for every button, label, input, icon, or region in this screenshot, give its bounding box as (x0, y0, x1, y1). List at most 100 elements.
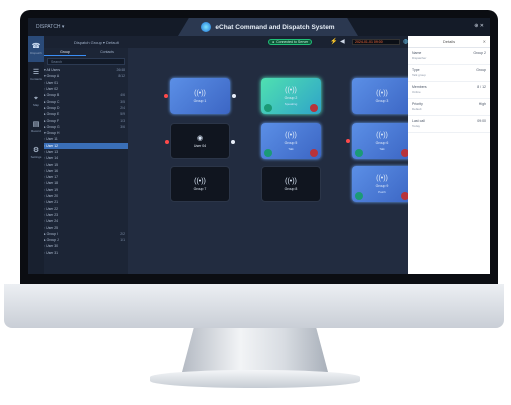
rail-item-record[interactable]: ▤ Record (28, 114, 44, 140)
tree-row-count: 3/5 (120, 99, 125, 104)
details-key-line: Type Group (412, 68, 486, 72)
group-tree-panel: Group Contacts Search ▾ All Users 26/48 ▾… (44, 48, 128, 274)
dispatch-node[interactable]: ((•)) Group 3 (352, 78, 412, 114)
radio-icon: ((•)) (285, 177, 297, 185)
radio-icon: ((•)) (194, 177, 206, 185)
node-status: Talk (288, 146, 294, 151)
tree-row-label: ◦ User 02 (44, 87, 59, 92)
dispatch-icon: ☎ (31, 43, 41, 50)
details-value: Talk group (412, 73, 426, 77)
dispatch-node[interactable]: ((•)) Group 7 (170, 166, 230, 202)
details-key: Type (412, 68, 420, 72)
contacts-icon: ☰ (32, 69, 40, 76)
tree-row-label: ▸ Group F (44, 118, 60, 123)
hangup-button[interactable] (310, 104, 318, 112)
tree-row-label: ▸ Group G (44, 124, 60, 129)
tree-row-label: ◦ User 30 (44, 244, 59, 249)
rail-item-settings[interactable]: ⚙ Settings (28, 140, 44, 166)
tree-row-label: ◦ User 22 (44, 206, 59, 211)
tree-row-count: 4/6 (120, 93, 125, 98)
title-bar: DISPATCH ▾ eChat Command and Dispatch Sy… (28, 18, 490, 36)
node-label: Group 5 (284, 140, 298, 145)
dispatch-node[interactable]: ((•)) Group 6 Talk (346, 123, 418, 159)
details-value: Online (412, 90, 421, 94)
rail-item-label: Map (33, 103, 39, 107)
map-icon: ⌖ (34, 95, 38, 102)
mic-icon[interactable]: ⚡ (330, 38, 337, 45)
settings-icon: ⚙ (32, 147, 40, 154)
ptt-button[interactable] (355, 192, 363, 200)
details-value: Default (412, 107, 422, 111)
tree-search-input[interactable]: Search (47, 58, 125, 65)
details-value: Dispatcher (412, 56, 427, 60)
tree-row-label: ◦ User 16 (44, 168, 59, 173)
rail-item-dispatch[interactable]: ☎ Dispatch (28, 36, 44, 62)
clock-display: 2024-01-01 09:00 (352, 39, 400, 45)
status-dot-icon: ● (272, 40, 275, 44)
hangup-button[interactable] (310, 149, 318, 157)
monitor-chin (4, 284, 504, 328)
radio-icon: ((•)) (285, 131, 297, 139)
rail-item-map[interactable]: ⌖ Map (28, 88, 44, 114)
tree-row-label: ◦ User 14 (44, 156, 59, 161)
main-toolbar: Dispatch Group ▾ Default ● Connected to … (44, 36, 408, 48)
tree-row-count: 2/2 (120, 231, 125, 236)
tree-row-count: 2/4 (120, 105, 125, 110)
tree-row-label: ◦ User 20 (44, 194, 59, 199)
tree-row-count: 3/6 (120, 124, 125, 129)
input-port-icon (164, 94, 168, 98)
dispatch-node[interactable]: ((•)) Group 1 (164, 78, 236, 114)
tab-group[interactable]: Group (44, 48, 86, 56)
connection-status-text: Connected to Server (276, 40, 309, 44)
tree-row-label: ▾ Group H (44, 131, 60, 136)
app-title-box: eChat Command and Dispatch System (178, 18, 358, 36)
tree-row-label: ◦ User 24 (44, 219, 59, 224)
window-controls[interactable]: ⊕ ✕ (474, 23, 484, 29)
details-value-right: Group (476, 68, 486, 72)
tree-row-label: ◦ User 17 (44, 175, 59, 180)
speaker-icon[interactable]: ◀ (340, 38, 345, 45)
tree-row-label: ▸ Group J (44, 238, 59, 243)
details-row: Type Group Talk group (408, 65, 490, 82)
rail-item-contacts[interactable]: ☰ Contacts (28, 62, 44, 88)
dispatch-node[interactable]: ((•)) Group 9 Patch (352, 166, 412, 202)
details-panel: Details ✕ Name Group 2 Dispatcher Type Group… (408, 36, 490, 274)
tree-row-count: 8/12 (118, 74, 125, 79)
node-label: Group 3 (375, 98, 389, 103)
radio-icon: ◉ (196, 134, 204, 142)
dispatch-node[interactable]: ◉ User 04 (165, 123, 235, 159)
node-label: Group 6 (375, 140, 389, 145)
radio-icon: ((•)) (194, 89, 206, 97)
dispatch-node[interactable]: ((•)) Group 2 Speaking (261, 78, 321, 114)
tree-row-count: 5/9 (120, 112, 125, 117)
ptt-button[interactable] (264, 149, 272, 157)
radio-icon: ((•)) (376, 89, 388, 97)
tree-row-label: ◦ User 21 (44, 200, 59, 205)
dispatch-node[interactable]: ((•)) Group 5 Talk (261, 123, 321, 159)
dispatch-node[interactable]: ((•)) Group 8 (261, 166, 321, 202)
rail-item-label: Contacts (30, 77, 42, 81)
details-value: Today (412, 124, 421, 128)
rail-item-label: Dispatch (30, 51, 42, 55)
tree-row[interactable]: ◦ User 31 (44, 250, 128, 256)
node-label: User 04 (193, 143, 207, 148)
monitor-mockup: DISPATCH ▾ eChat Command and Dispatch Sy… (0, 0, 511, 405)
output-port-icon (232, 94, 236, 98)
tree-row-label: ◦ User 23 (44, 212, 59, 217)
brand-menu[interactable]: DISPATCH ▾ (36, 24, 64, 30)
dispatch-group-selector[interactable]: Dispatch Group ▾ Default (74, 40, 119, 45)
close-icon[interactable]: ✕ (483, 39, 486, 44)
details-value-right: 09:00 (477, 119, 486, 123)
details-value-right: 8 / 12 (477, 85, 486, 89)
ptt-button[interactable] (355, 149, 363, 157)
tree-tabs: Group Contacts (44, 48, 128, 56)
details-value-right: High (478, 102, 486, 106)
details-list: Name Group 2 Dispatcher Type Group Talk group… (408, 48, 490, 133)
node-label: Group 9 (375, 183, 389, 188)
details-key-line: Name Group 2 (412, 51, 486, 55)
record-icon: ▤ (32, 121, 40, 128)
tab-contacts[interactable]: Contacts (86, 48, 128, 56)
ptt-button[interactable] (264, 104, 272, 112)
details-key-line: Last call 09:00 (412, 119, 486, 123)
tree-row-label: ◦ User 19 (44, 187, 59, 192)
